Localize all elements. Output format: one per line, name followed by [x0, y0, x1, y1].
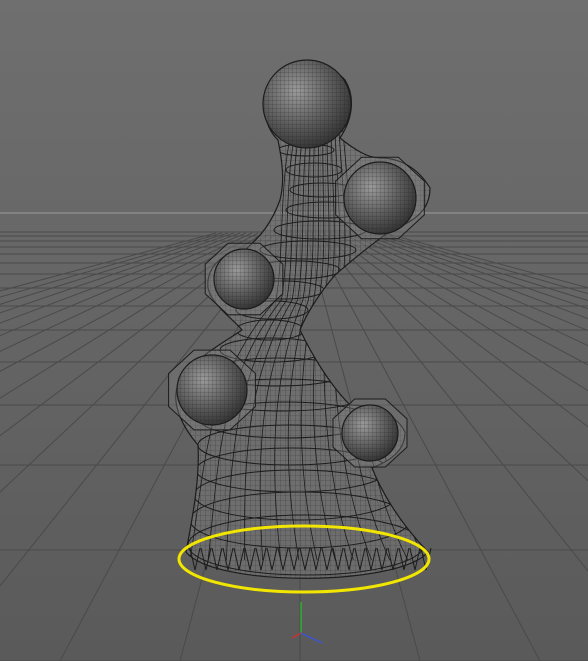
3d-viewport[interactable]: [0, 0, 588, 661]
sphere-wireframe: [177, 355, 247, 425]
middle-left-sphere[interactable]: [204, 242, 284, 316]
lower-left-sphere[interactable]: [168, 349, 256, 431]
sphere-wireframe: [342, 405, 398, 461]
sphere-wireframe: [214, 249, 274, 309]
upper-right-sphere[interactable]: [335, 156, 425, 240]
sphere-wireframe: [263, 60, 351, 148]
top-sphere[interactable]: [262, 59, 352, 149]
lower-right-sphere[interactable]: [332, 398, 408, 468]
sphere-wireframe: [344, 162, 416, 234]
